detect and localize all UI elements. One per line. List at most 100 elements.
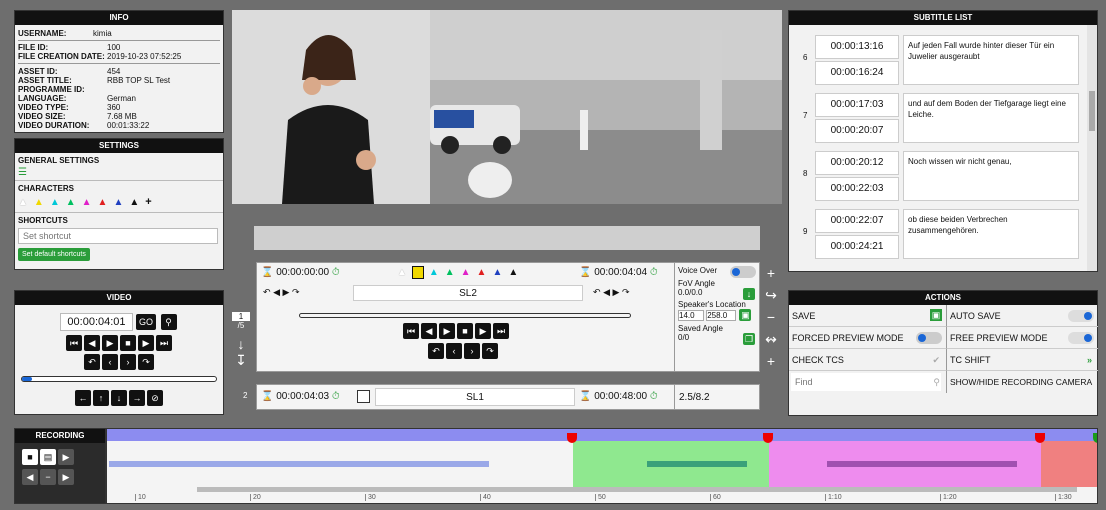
- tc-shift-button[interactable]: TC SHIFT »: [946, 349, 1098, 371]
- row1-left-label[interactable]: SL2: [353, 285, 583, 301]
- character-4-icon[interactable]: ▲: [445, 267, 455, 278]
- go-button[interactable]: GO: [136, 314, 157, 330]
- character-3-icon[interactable]: ▲: [50, 197, 60, 208]
- row1-play-icon[interactable]: ▶: [439, 323, 455, 339]
- row1-skip-start-icon[interactable]: ⏮: [403, 323, 419, 339]
- subtitle-row[interactable]: 7 00:00:17:03 00:00:20:07 und auf dem Boden…: [789, 91, 1083, 147]
- character-2-icon[interactable]: ▲: [411, 266, 424, 279]
- merge-icon[interactable]: ↭: [764, 328, 778, 350]
- download-icon[interactable]: ↓: [743, 288, 755, 300]
- row1-end-timecode[interactable]: 00:00:04:04: [594, 267, 647, 278]
- row1-undo-icon[interactable]: ↶: [263, 287, 271, 297]
- row1-right-undo-icon[interactable]: ↶: [593, 287, 601, 297]
- marker-red-1[interactable]: [567, 433, 577, 443]
- character-8-icon[interactable]: ▲: [508, 267, 518, 278]
- arrow-right-icon[interactable]: →: [129, 390, 145, 406]
- character-1-icon[interactable]: ▲: [397, 267, 407, 278]
- character-7-icon[interactable]: ▲: [113, 197, 123, 208]
- marker-green[interactable]: [1093, 433, 1097, 443]
- subtitle-scrollbar[interactable]: [1087, 25, 1097, 271]
- redo-icon[interactable]: ↷: [138, 354, 154, 370]
- free-preview-row[interactable]: FREE PREVIEW MODE: [946, 327, 1098, 349]
- subtitle-end-timecode[interactable]: 00:00:16:24: [815, 61, 899, 85]
- undo-icon[interactable]: ↶: [84, 354, 100, 370]
- row1-next-icon[interactable]: ▶: [283, 287, 290, 297]
- row2-checkbox[interactable]: [357, 390, 370, 403]
- row2-timer-icon[interactable]: ⏱: [332, 391, 340, 402]
- row1-redo2-icon[interactable]: ↷: [482, 343, 498, 359]
- subtitle-end-timecode[interactable]: 00:00:20:07: [815, 119, 899, 143]
- row2-end-timecode[interactable]: 00:00:48:00: [594, 391, 647, 402]
- auto-save-row[interactable]: AUTO SAVE: [946, 305, 1098, 327]
- auto-save-toggle[interactable]: [1068, 310, 1094, 322]
- arrow-down-icon[interactable]: ↓: [111, 390, 127, 406]
- subtitle-row[interactable]: 6 00:00:13:16 00:00:16:24 Auf jeden Fall wu…: [789, 33, 1083, 89]
- character-6-icon[interactable]: ▲: [98, 197, 108, 208]
- subtitle-start-timecode[interactable]: 00:00:20:12: [815, 151, 899, 175]
- add-row-below-icon[interactable]: +: [764, 350, 778, 372]
- subtitle-text[interactable]: Auf jeden Fall wurde hinter dieser Tür e…: [903, 35, 1079, 85]
- row1-prev-frame-icon[interactable]: ◀: [421, 323, 437, 339]
- row1-right-next-icon[interactable]: ▶: [613, 287, 620, 297]
- row1-forward-icon[interactable]: ›: [464, 343, 480, 359]
- reset-view-icon[interactable]: ⊘: [147, 390, 163, 406]
- speaker-a[interactable]: 14.0: [678, 310, 704, 321]
- forced-preview-row[interactable]: FORCED PREVIEW MODE: [789, 327, 946, 349]
- save-location-icon[interactable]: ▣: [739, 309, 752, 321]
- row1-start-timecode[interactable]: 00:00:00:00: [276, 267, 329, 278]
- video-timecode[interactable]: 00:00:04:01: [60, 313, 133, 331]
- timeline-scrollbar[interactable]: [197, 487, 1077, 492]
- marker-red-2[interactable]: [763, 433, 773, 443]
- copy-icon[interactable]: ❐: [743, 333, 755, 345]
- step-back-icon[interactable]: ‹: [102, 354, 118, 370]
- speaker-b[interactable]: 258.0: [706, 310, 737, 321]
- character-5-icon[interactable]: ▲: [82, 197, 92, 208]
- character-8-icon[interactable]: ▲: [129, 197, 139, 208]
- row2-label[interactable]: SL1: [375, 388, 575, 406]
- sliders-icon[interactable]: ☰: [18, 167, 220, 178]
- waveform-timeline[interactable]: 10 20 30 40 50 60 1:10 1:20 1:30: [106, 428, 1098, 504]
- shortcut-input[interactable]: [18, 228, 218, 244]
- character-1-icon[interactable]: ▲: [18, 197, 28, 208]
- record-forward-icon[interactable]: ▶: [58, 469, 74, 485]
- file-icon[interactable]: ▤: [40, 449, 56, 465]
- subtitle-text[interactable]: Noch wissen wir nicht genau,: [903, 151, 1079, 201]
- search-icon[interactable]: ⚲: [160, 314, 177, 330]
- subtitle-start-timecode[interactable]: 00:00:22:07: [815, 209, 899, 233]
- subtitle-end-timecode[interactable]: 00:00:24:21: [815, 235, 899, 259]
- record-back-icon[interactable]: ◀: [22, 469, 38, 485]
- character-3-icon[interactable]: ▲: [429, 267, 439, 278]
- row1-stop-icon[interactable]: ■: [457, 323, 473, 339]
- skip-start-icon[interactable]: ⏮: [66, 335, 82, 351]
- row1-next-frame-icon[interactable]: ▶: [475, 323, 491, 339]
- timer-icon[interactable]: ⏱: [332, 267, 340, 278]
- previous-frame-icon[interactable]: ◀: [84, 335, 100, 351]
- row1-prev-icon[interactable]: ◀: [273, 287, 280, 297]
- character-4-icon[interactable]: ▲: [66, 197, 76, 208]
- row1-back-icon[interactable]: ‹: [446, 343, 462, 359]
- timer-end-icon[interactable]: ⏱: [650, 267, 658, 278]
- save-button[interactable]: SAVE ▣: [789, 305, 946, 327]
- camera-icon[interactable]: ■: [22, 449, 38, 465]
- play-icon[interactable]: ▶: [102, 335, 118, 351]
- record-play-icon[interactable]: ▶: [58, 449, 74, 465]
- stop-icon[interactable]: ■: [120, 335, 136, 351]
- subtitle-start-timecode[interactable]: 00:00:13:16: [815, 35, 899, 59]
- video-progress-bar[interactable]: [21, 376, 217, 382]
- check-tcs-button[interactable]: CHECK TCS ✔: [789, 349, 946, 371]
- row1-right-prev-icon[interactable]: ◀: [603, 287, 610, 297]
- next-frame-icon[interactable]: ▶: [138, 335, 154, 351]
- row1-slider[interactable]: [299, 313, 631, 318]
- subtitle-end-timecode[interactable]: 00:00:22:03: [815, 177, 899, 201]
- free-preview-toggle[interactable]: [1068, 332, 1094, 344]
- add-row-icon[interactable]: +: [764, 262, 778, 284]
- row1-redo-icon[interactable]: ↷: [292, 287, 300, 297]
- row1-right-redo-icon[interactable]: ↷: [622, 287, 630, 297]
- subtitle-text[interactable]: und auf dem Boden der Tiefgarage liegt e…: [903, 93, 1079, 143]
- find-search-icon[interactable]: ⚲: [933, 371, 940, 393]
- arrow-up-icon[interactable]: ↑: [93, 390, 109, 406]
- subtitle-row[interactable]: 8 00:00:20:12 00:00:22:03 Noch wissen wir n…: [789, 149, 1083, 205]
- character-7-icon[interactable]: ▲: [492, 267, 502, 278]
- row1-undo2-icon[interactable]: ↶: [428, 343, 444, 359]
- row2-timer-end-icon[interactable]: ⏱: [650, 391, 658, 402]
